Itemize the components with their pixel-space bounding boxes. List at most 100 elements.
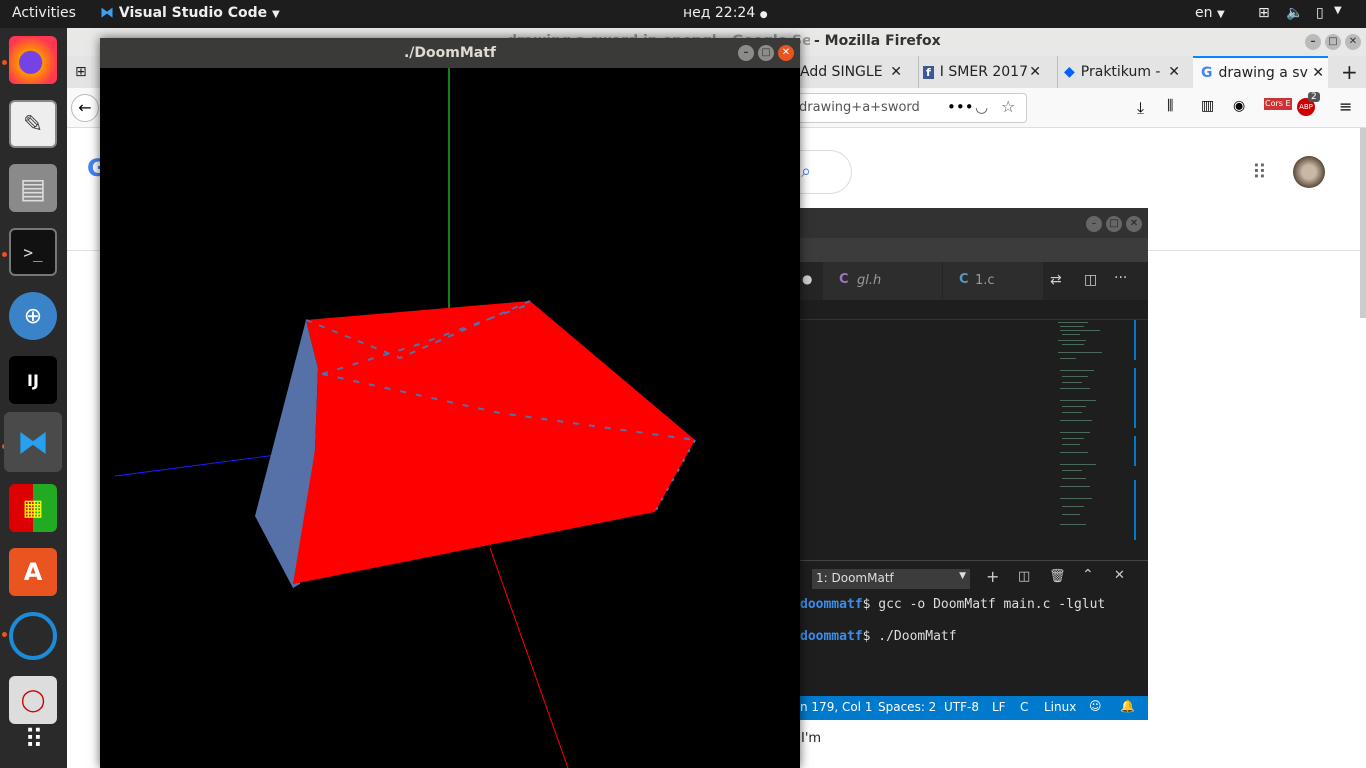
scrollbar-thumb[interactable] bbox=[1360, 128, 1366, 318]
window-title: ./DoomMatf bbox=[403, 45, 497, 61]
close-tab-icon[interactable]: ✕ bbox=[1029, 64, 1041, 80]
page-actions-icon[interactable]: ••• bbox=[947, 98, 974, 116]
google-icon: G bbox=[1201, 65, 1213, 81]
editor-tabs: ● C gl.h C 1.c ⇄ ◫ ··· bbox=[800, 262, 1148, 300]
back-arrow-icon[interactable]: ← bbox=[71, 94, 99, 122]
battery-icon[interactable]: ▯ bbox=[1316, 5, 1324, 21]
opengl-canvas[interactable] bbox=[100, 68, 800, 768]
menu-hamburger-icon[interactable]: ≡ bbox=[1339, 97, 1352, 116]
bookmark-star-icon[interactable]: ☆ bbox=[1001, 97, 1015, 116]
tab-praktikum[interactable]: ◆ Praktikum - ✕ bbox=[1057, 56, 1184, 88]
terminal-command: $ gcc -o DoomMatf main.c -lglut bbox=[862, 597, 1106, 612]
split-editor-icon[interactable]: ◫ bbox=[1084, 272, 1097, 288]
network-icon[interactable]: ⊞ bbox=[1258, 5, 1270, 21]
maximize-icon[interactable]: □ bbox=[758, 45, 774, 61]
vscode-icon[interactable]: ⧓ bbox=[4, 412, 62, 472]
firefox-title: - Mozilla Firefox bbox=[810, 33, 941, 49]
unsaved-dot-icon: ● bbox=[802, 272, 813, 286]
tab-ismer[interactable]: f I SMER 2017 ✕ bbox=[918, 56, 1045, 88]
volume-icon[interactable]: 🔈 bbox=[1286, 5, 1303, 21]
library-icon[interactable]: ⫼ bbox=[1167, 98, 1173, 114]
files-icon[interactable]: ▤ bbox=[9, 164, 57, 212]
gnome-connections-icon[interactable] bbox=[9, 612, 57, 660]
minimize-icon[interactable]: – bbox=[1086, 216, 1102, 232]
close-panel-icon[interactable]: ✕ bbox=[1114, 568, 1125, 583]
close-tab-icon[interactable]: ✕ bbox=[1168, 64, 1180, 80]
tab-label: Add SINGLE bbox=[800, 64, 883, 80]
tab-1-c[interactable]: C 1.c bbox=[943, 262, 1043, 300]
doommatf-window: ./DoomMatf – □ ✕ bbox=[100, 38, 800, 768]
synaptic-icon[interactable]: ▦ bbox=[9, 484, 57, 532]
close-tab-icon[interactable]: ✕ bbox=[890, 64, 902, 80]
app-menu[interactable]: ⧓ Visual Studio Code ▼ bbox=[100, 5, 280, 21]
more-actions-icon[interactable]: ··· bbox=[1114, 270, 1127, 286]
breadcrumb bbox=[800, 300, 1148, 320]
terminal-prompt: doommatf bbox=[800, 597, 863, 612]
platform[interactable]: Linux bbox=[1044, 700, 1076, 714]
maximize-icon[interactable]: □ bbox=[1106, 216, 1122, 232]
download-icon[interactable]: ⤓ bbox=[1137, 98, 1144, 118]
minimize-icon[interactable]: – bbox=[1305, 34, 1321, 50]
show-apps-icon[interactable]: ⠿ bbox=[9, 716, 57, 764]
account-icon[interactable]: ◉ bbox=[1233, 98, 1245, 114]
url-bar[interactable]: drawing+a+sword ••• ◡ ☆ bbox=[787, 93, 1027, 123]
top-bar: Activities ⧓ Visual Studio Code ▼ нед 22… bbox=[0, 0, 1366, 28]
feedback-smiley-icon[interactable]: ☺ bbox=[1089, 699, 1102, 713]
new-terminal-icon[interactable]: + bbox=[986, 567, 999, 586]
cursor-position[interactable]: n 179, Col 1 bbox=[800, 700, 872, 714]
minimize-icon[interactable]: – bbox=[738, 45, 754, 61]
terminal-prompt: doommatf bbox=[800, 629, 863, 644]
tab-add-single[interactable]: Add SINGLE ✕ bbox=[800, 56, 906, 88]
encoding[interactable]: UTF-8 bbox=[944, 700, 979, 714]
running-indicator bbox=[2, 632, 7, 637]
vscode-titlebar: – □ ✕ bbox=[800, 208, 1148, 238]
terminal-selector[interactable]: 1: DoomMatf ▼ bbox=[812, 569, 970, 589]
notifications-bell-icon[interactable]: 🔔 bbox=[1120, 699, 1135, 713]
language-menu[interactable]: en ▼ bbox=[1195, 5, 1225, 21]
tab-gl-h[interactable]: C gl.h bbox=[822, 262, 942, 300]
app-menu-label: Visual Studio Code bbox=[118, 5, 268, 21]
terminal-icon[interactable]: >_ bbox=[9, 228, 57, 276]
search-icon[interactable]: ⌕ bbox=[801, 161, 811, 182]
chevron-down-icon: ▼ bbox=[272, 9, 280, 20]
indentation[interactable]: Spaces: 2 bbox=[878, 700, 936, 714]
close-icon[interactable]: ✕ bbox=[1126, 216, 1142, 232]
sidebar-icon[interactable]: ▥ bbox=[1201, 98, 1214, 114]
dock: ✎ ▤ >_ ⊕ IJ ⧓ ▦ A ◯ ⠿ bbox=[0, 28, 67, 768]
close-icon[interactable]: ✕ bbox=[778, 45, 794, 61]
language-mode[interactable]: C bbox=[1020, 700, 1028, 714]
minimap[interactable] bbox=[1056, 320, 1136, 545]
url-text: drawing+a+sword bbox=[799, 100, 920, 115]
maximize-panel-icon[interactable]: ⌃ bbox=[1082, 567, 1094, 583]
system-menu-chevron-icon[interactable]: ▼ bbox=[1334, 5, 1342, 16]
line-ending[interactable]: LF bbox=[992, 700, 1006, 714]
avatar[interactable] bbox=[1293, 156, 1325, 188]
compare-changes-icon[interactable]: ⇄ bbox=[1050, 272, 1062, 288]
new-tab-icon[interactable]: + bbox=[1341, 56, 1358, 88]
apps-grid-icon[interactable]: ⠿ bbox=[1252, 160, 1267, 184]
terminal-line: doommatf$ ./DoomMatf bbox=[800, 629, 957, 644]
tab-drawing[interactable]: G drawing a sv ✕ bbox=[1193, 56, 1328, 88]
dropbox-icon: ◆ bbox=[1064, 64, 1075, 80]
activities-button[interactable]: Activities bbox=[12, 5, 76, 21]
trash-icon[interactable]: 🗑 bbox=[1049, 569, 1066, 584]
maximize-icon[interactable]: □ bbox=[1325, 34, 1341, 50]
doommatf-titlebar: ./DoomMatf – □ ✕ bbox=[100, 38, 800, 68]
clock[interactable]: нед 22:24 ● bbox=[683, 5, 768, 21]
cors-extension-icon[interactable]: Cors E bbox=[1264, 98, 1292, 110]
remote-desktop-icon[interactable]: ⊕ bbox=[9, 292, 57, 340]
cors-label: Cors E bbox=[1265, 99, 1291, 108]
tab-label: gl.h bbox=[857, 273, 882, 288]
pocket-icon[interactable]: ◡ bbox=[975, 98, 988, 116]
text-editor-icon[interactable]: ✎ bbox=[9, 100, 57, 148]
close-tab-icon[interactable]: ✕ bbox=[1312, 65, 1324, 81]
code-editor[interactable] bbox=[800, 300, 1148, 545]
firefox-icon[interactable] bbox=[9, 36, 57, 84]
vscode-window: – □ ✕ ● C gl.h C 1.c ⇄ ◫ ··· 1: DoomMatf… bbox=[800, 208, 1148, 720]
intellij-icon[interactable]: IJ bbox=[9, 356, 57, 404]
pinned-tab-icon[interactable]: ⊞ bbox=[75, 56, 99, 88]
extension-badge: 2 bbox=[1308, 92, 1320, 102]
close-icon[interactable]: ✕ bbox=[1345, 34, 1361, 50]
software-center-icon[interactable]: A bbox=[9, 548, 57, 596]
split-terminal-icon[interactable]: ◫ bbox=[1018, 569, 1030, 584]
